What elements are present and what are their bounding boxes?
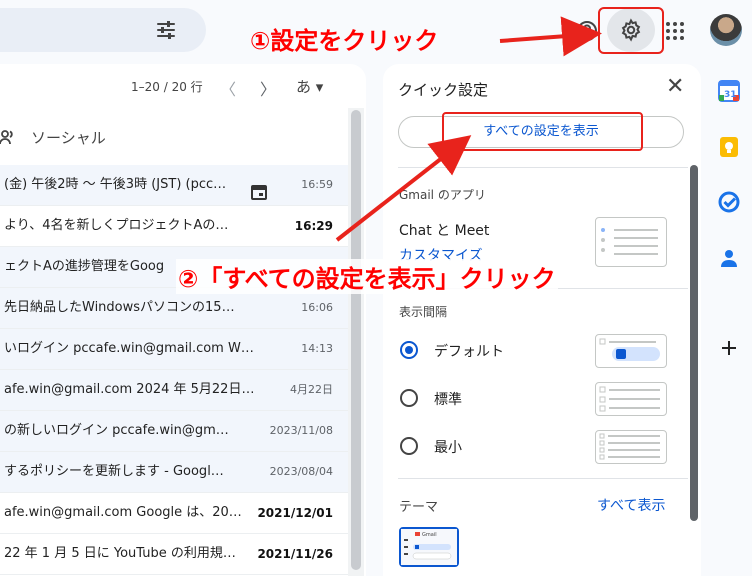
annotation-step1: ①設定をクリック (250, 27, 439, 55)
arrow-to-settings (499, 16, 602, 57)
annotation-step2: ②「すべての設定を表示」クリック (176, 259, 558, 294)
arrow-to-show-all (335, 135, 472, 242)
